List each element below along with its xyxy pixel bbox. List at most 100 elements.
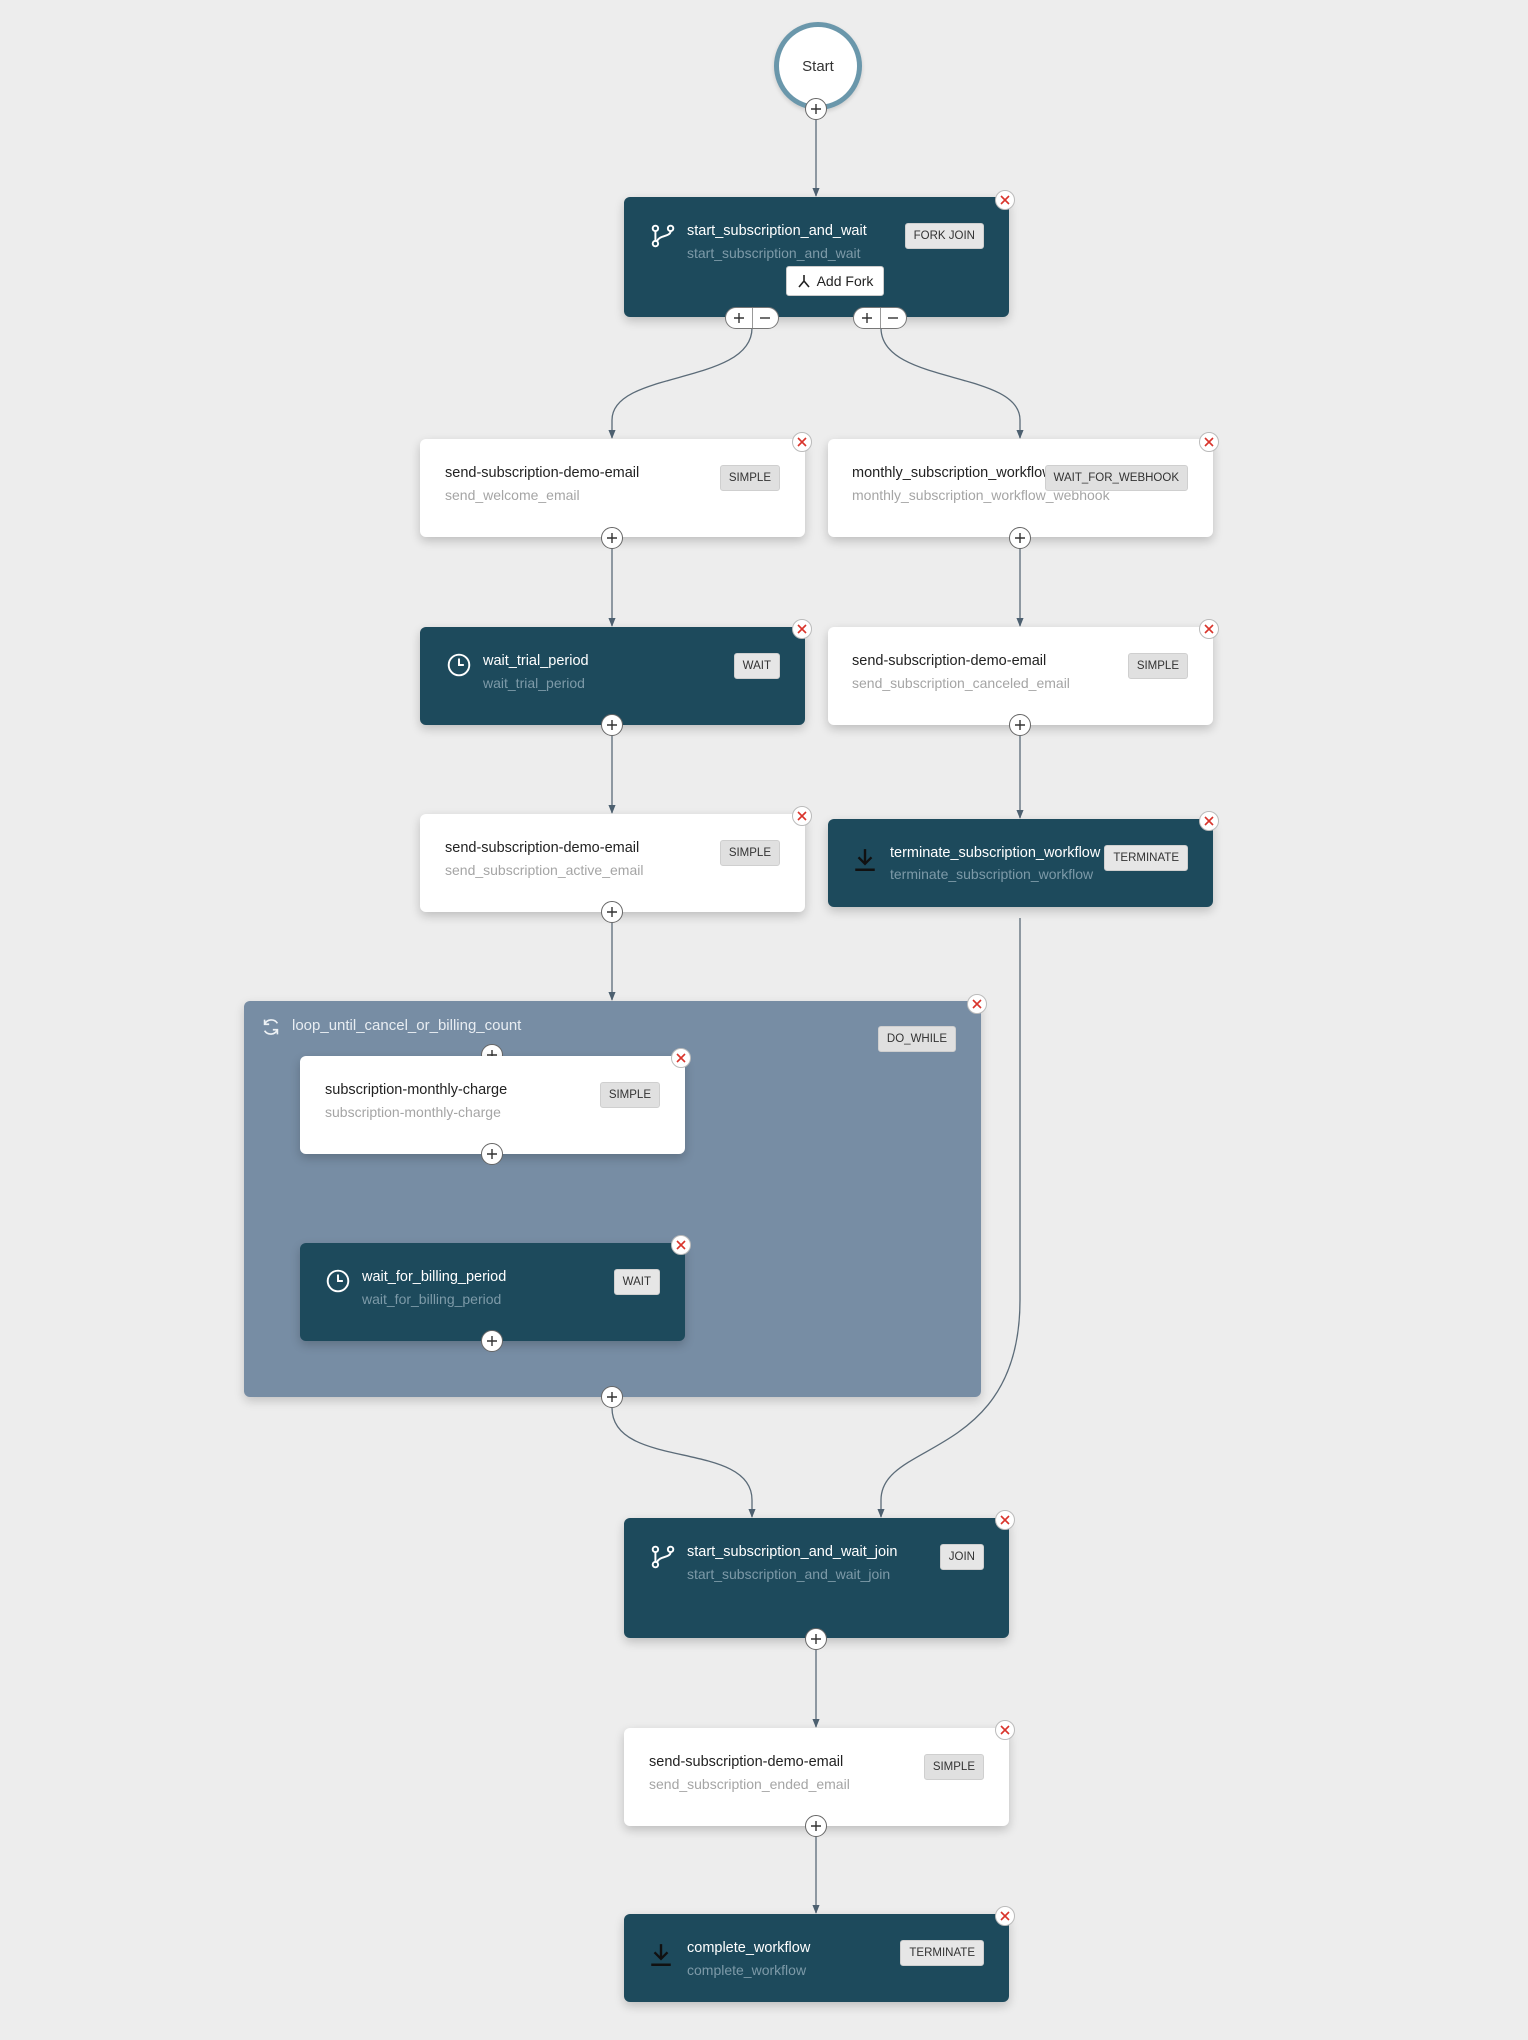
task-node-send-welcome-email[interactable]: send-subscription-demo-email send_welcom…: [420, 439, 805, 537]
task-node-monthly-webhook[interactable]: monthly_subscription_workflow monthly_su…: [828, 439, 1213, 537]
task-delete-button[interactable]: [671, 1235, 691, 1255]
fork-icon: [651, 224, 675, 248]
task-node-send-canceled-email[interactable]: send-subscription-demo-email send_subscr…: [828, 627, 1213, 725]
task-delete-button[interactable]: [792, 619, 812, 639]
loop-badge: DO_WHILE: [877, 1026, 956, 1052]
task-badge: SIMPLE: [923, 1754, 984, 1780]
plus-icon: [1015, 720, 1025, 730]
task-title: subscription-monthly-charge: [325, 1082, 508, 1098]
task-sub: send_subscription_ended_email: [649, 1776, 850, 1792]
edge-loop-join: [611, 1407, 756, 1518]
add-task-button[interactable]: [601, 527, 623, 549]
add-task-button[interactable]: [481, 1143, 503, 1165]
add-fork-label: Add Fork: [816, 273, 874, 289]
task-node-complete-workflow[interactable]: complete_workflow complete_workflow TERM…: [624, 1914, 1009, 2002]
close-icon: [1000, 1911, 1010, 1921]
plus-icon: [607, 1392, 617, 1402]
minus-icon: [888, 317, 899, 319]
task-delete-button[interactable]: [995, 1720, 1015, 1740]
task-badge: TERMINATE: [1104, 845, 1188, 871]
right-branch-plus-minus: [853, 307, 907, 329]
task-node-wait-billing-period[interactable]: wait_for_billing_period wait_for_billing…: [300, 1243, 685, 1341]
fork-badge: FORK JOIN: [904, 223, 984, 249]
join-badge: JOIN: [939, 1544, 984, 1570]
add-task-button[interactable]: [601, 714, 623, 736]
close-icon: [676, 1240, 686, 1250]
task-title: wait_trial_period: [483, 653, 589, 669]
task-delete-button[interactable]: [671, 1048, 691, 1068]
join-title: start_subscription_and_wait_join: [687, 1544, 898, 1560]
start-node[interactable]: Start: [774, 22, 862, 110]
task-title: send-subscription-demo-email: [445, 840, 640, 856]
refresh-icon: [263, 1019, 279, 1035]
task-sub: complete_workflow: [687, 1962, 807, 1978]
add-task-button[interactable]: [805, 1628, 827, 1650]
join-delete-button[interactable]: [995, 1510, 1015, 1530]
task-sub: wait_for_billing_period: [362, 1291, 502, 1307]
plus-icon: [1015, 533, 1025, 543]
task-node-send-active-email[interactable]: send-subscription-demo-email send_subscr…: [420, 814, 805, 912]
task-title: monthly_subscription_workflow: [852, 465, 1053, 481]
task-sub: send_subscription_active_email: [445, 862, 644, 878]
add-task-button[interactable]: [805, 1815, 827, 1837]
task-delete-button[interactable]: [792, 806, 812, 826]
clock-icon: [447, 653, 471, 677]
task-sub: wait_trial_period: [483, 675, 585, 691]
plus-icon: [487, 1336, 497, 1346]
task-delete-button[interactable]: [995, 1906, 1015, 1926]
task-node-monthly-charge[interactable]: subscription-monthly-charge subscription…: [300, 1056, 685, 1154]
close-icon: [797, 624, 807, 634]
task-title: wait_for_billing_period: [362, 1269, 507, 1285]
fork-icon: [797, 275, 810, 288]
add-task-button[interactable]: [601, 901, 623, 923]
add-task-after-start-button[interactable]: [805, 98, 827, 120]
remove-left-branch-button[interactable]: [753, 308, 779, 328]
task-node-terminate-subscription[interactable]: terminate_subscription_workflow terminat…: [828, 819, 1213, 907]
remove-right-branch-button[interactable]: [881, 308, 907, 328]
close-icon: [1000, 1515, 1010, 1525]
fork-join-node[interactable]: start_subscription_and_wait start_subscr…: [624, 197, 1009, 317]
fork-delete-button[interactable]: [995, 190, 1015, 210]
task-delete-button[interactable]: [1199, 619, 1219, 639]
task-sub: send_subscription_canceled_email: [852, 675, 1070, 691]
edge-fork-left: [608, 327, 753, 439]
close-icon: [797, 437, 807, 447]
add-task-button[interactable]: [481, 1330, 503, 1352]
add-right-branch-button[interactable]: [854, 308, 881, 328]
task-delete-button[interactable]: [1199, 811, 1219, 831]
task-badge: SIMPLE: [1127, 653, 1188, 679]
close-icon: [797, 811, 807, 821]
task-badge: SIMPLE: [719, 840, 780, 866]
task-delete-button[interactable]: [1199, 432, 1219, 452]
start-label: Start: [802, 57, 834, 75]
task-delete-button[interactable]: [792, 432, 812, 452]
fork-sub: start_subscription_and_wait: [687, 245, 861, 261]
left-branch-plus-minus: [725, 307, 779, 329]
task-title: send-subscription-demo-email: [852, 653, 1047, 669]
fork-icon: [651, 1545, 675, 1569]
add-task-button[interactable]: [1009, 527, 1031, 549]
close-icon: [676, 1053, 686, 1063]
join-sub: start_subscription_and_wait_join: [687, 1566, 891, 1582]
close-icon: [972, 999, 982, 1009]
add-left-branch-button[interactable]: [726, 308, 753, 328]
add-task-button[interactable]: [1009, 714, 1031, 736]
download-icon: [651, 1944, 671, 1966]
task-badge: WAIT: [613, 1269, 660, 1295]
add-task-after-loop-button[interactable]: [601, 1386, 623, 1408]
join-node[interactable]: start_subscription_and_wait_join start_s…: [624, 1518, 1009, 1638]
close-icon: [1000, 195, 1010, 205]
loop-delete-button[interactable]: [967, 994, 987, 1014]
add-fork-button[interactable]: Add Fork: [786, 266, 884, 296]
task-badge: SIMPLE: [719, 465, 780, 491]
task-node-send-ended-email[interactable]: send-subscription-demo-email send_subscr…: [624, 1728, 1009, 1826]
fork-title: start_subscription_and_wait: [687, 223, 867, 239]
task-title: complete_workflow: [687, 1940, 811, 1956]
task-node-wait-trial-period[interactable]: wait_trial_period wait_trial_period WAIT: [420, 627, 805, 725]
close-icon: [1000, 1725, 1010, 1735]
plus-icon: [607, 720, 617, 730]
task-badge: TERMINATE: [900, 1940, 984, 1966]
close-icon: [1204, 624, 1214, 634]
close-icon: [1204, 437, 1214, 447]
task-badge: WAIT: [733, 653, 780, 679]
